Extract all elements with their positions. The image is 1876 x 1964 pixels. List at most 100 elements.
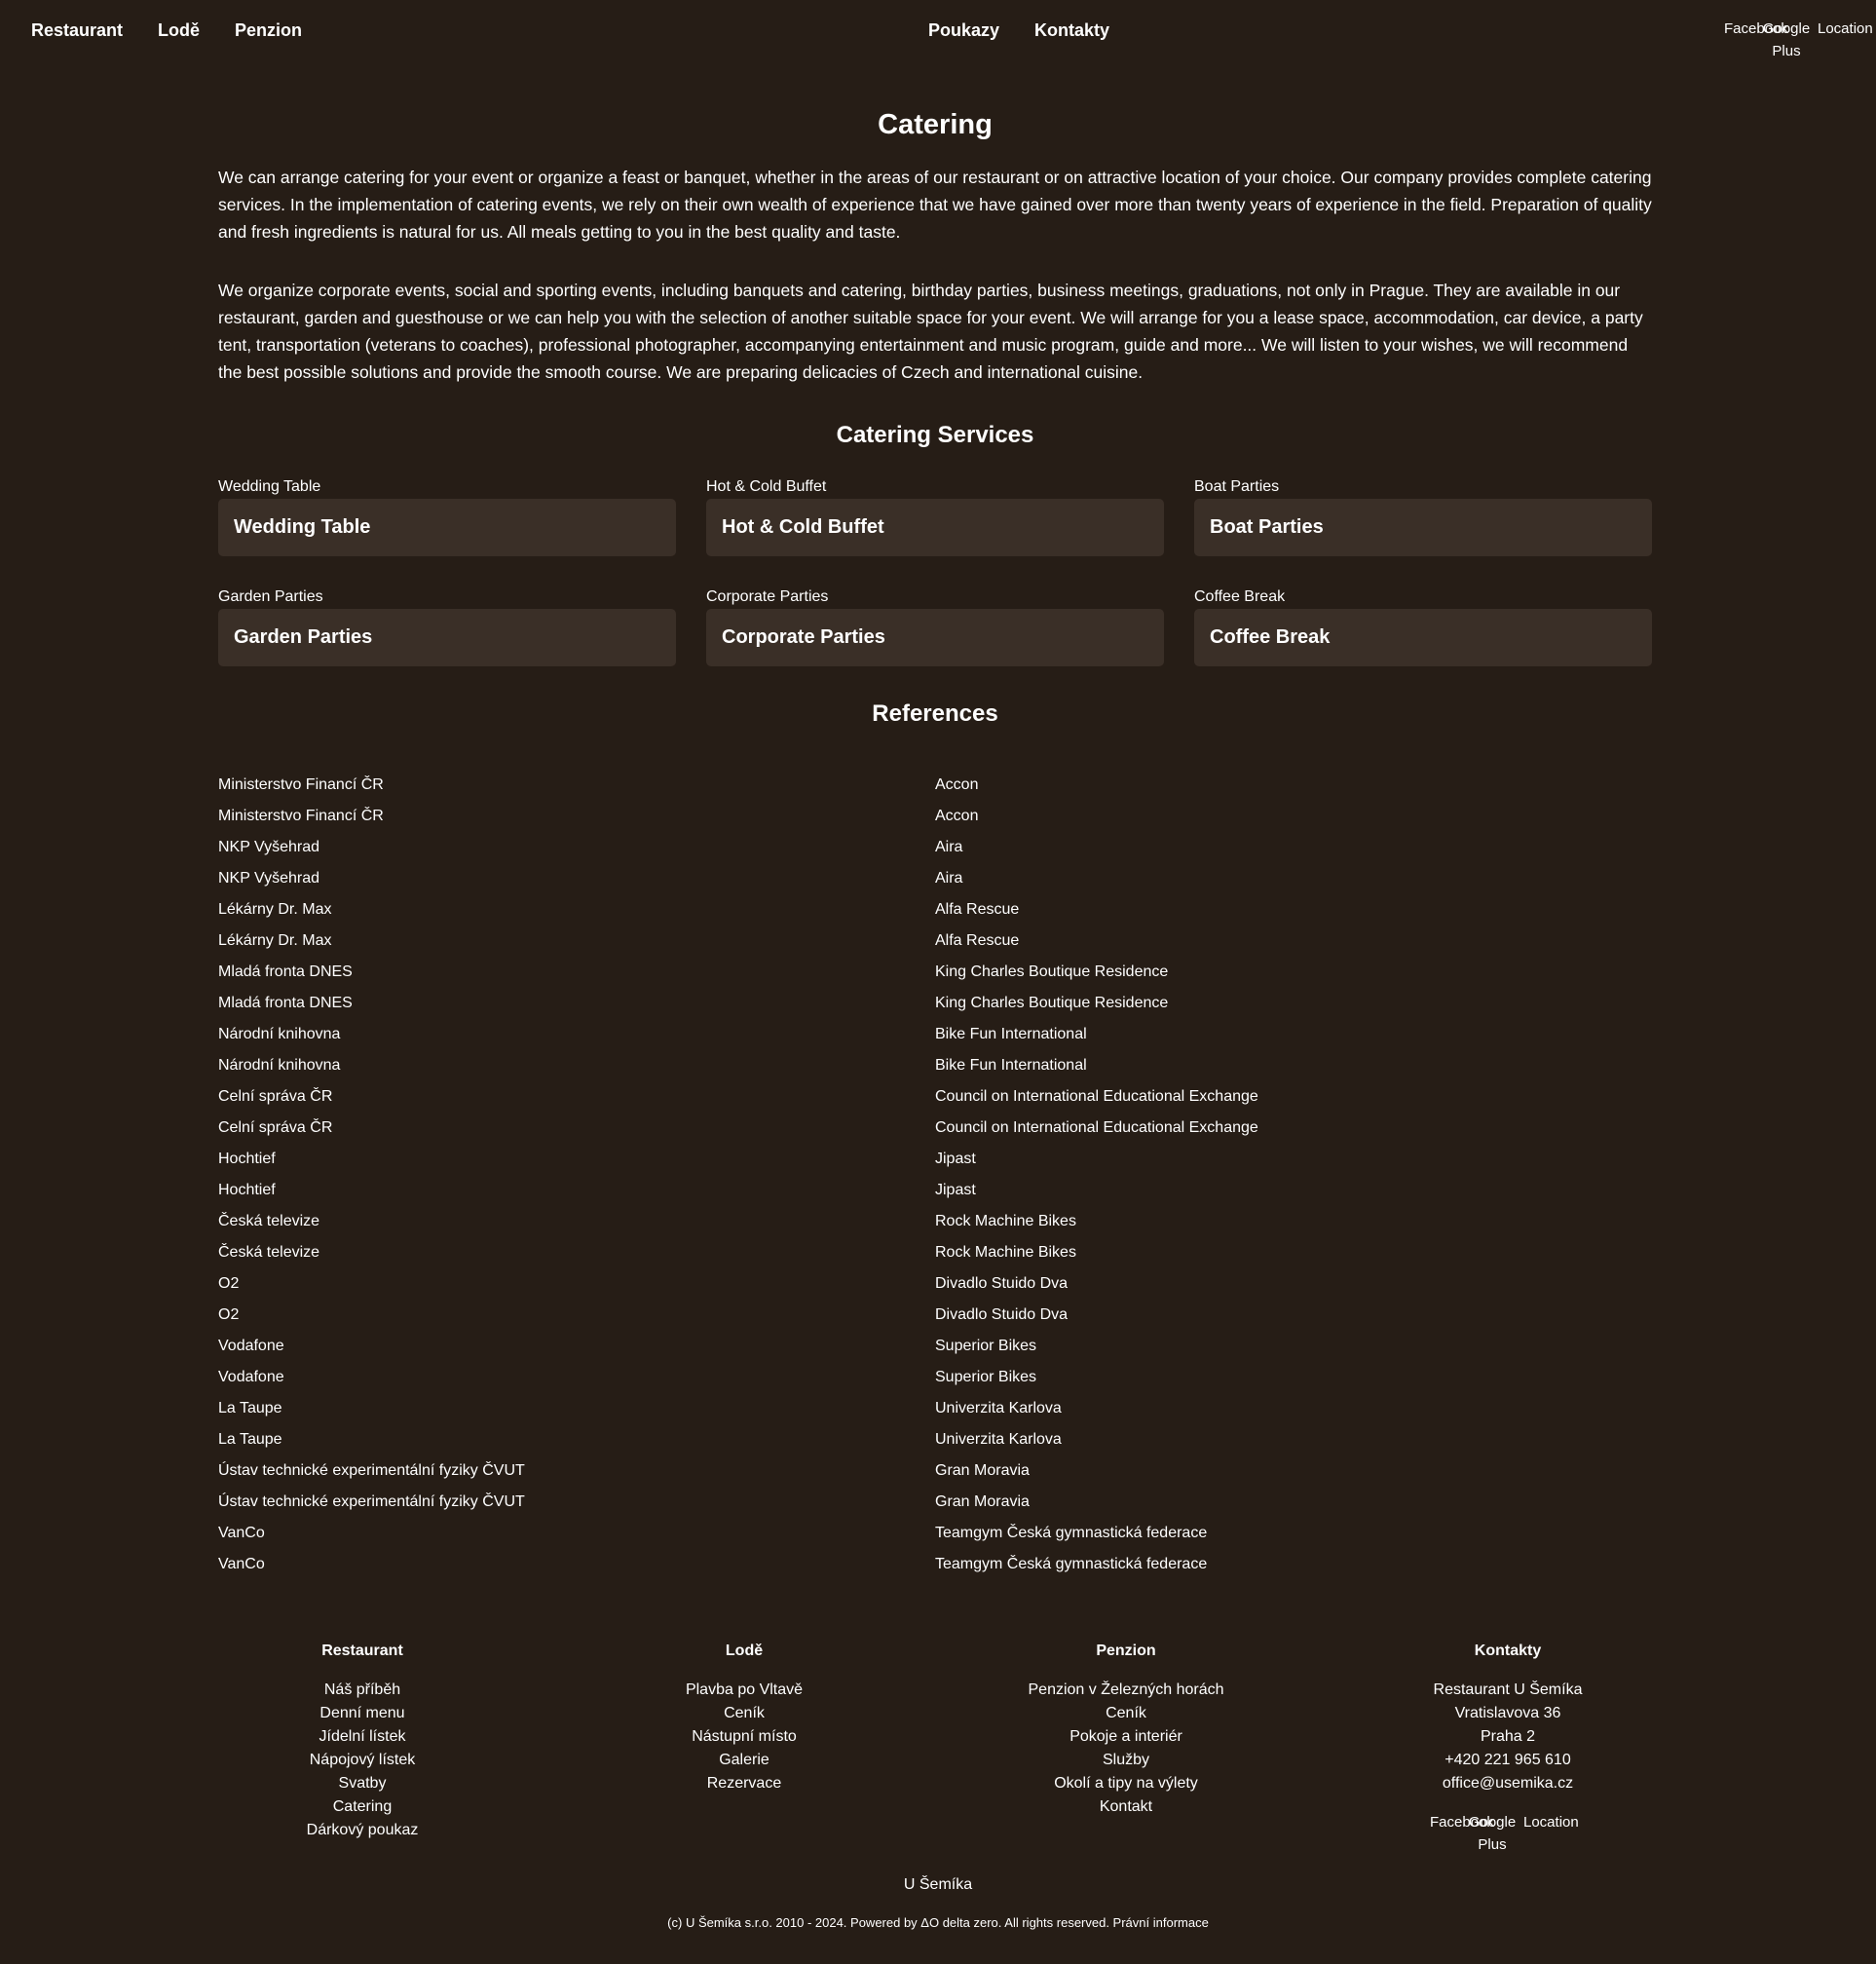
service-name: Corporate Parties [722, 626, 885, 648]
reference-item: Jipast [935, 1151, 976, 1167]
service-card-wedding-table[interactable]: Wedding Table Wedding Table [218, 477, 676, 556]
footer-social-links: Facebook Location Google Plus [1430, 1811, 1586, 1858]
nav-link-restaurant[interactable]: Restaurant [31, 19, 123, 42]
footer-link[interactable]: Dárkový poukaz [187, 1819, 538, 1842]
service-caption: Hot & Cold Buffet [706, 478, 827, 495]
service-caption: Corporate Parties [706, 588, 829, 605]
footer-contact-details: Restaurant U Šemíka Vratislavova 36 Praha … [1332, 1679, 1683, 1795]
footer-column-guesthouse: Penzion Penzion v Železných horách Ceník P… [951, 1640, 1301, 1819]
service-name: Boat Parties [1210, 516, 1324, 538]
footer-link[interactable]: Pokoje a interiér [951, 1725, 1301, 1749]
footer-link[interactable]: Catering [187, 1795, 538, 1819]
reference-item: Lékárny Dr. Max [218, 901, 332, 918]
reference-item: O2 [218, 1306, 240, 1323]
footer-link[interactable]: Denní menu [187, 1702, 538, 1725]
footer-link[interactable]: Okolí a tipy na výlety [951, 1772, 1301, 1795]
reference-item: Council on International Educational Exc… [935, 1119, 1258, 1136]
footer-link[interactable]: Ceník [951, 1702, 1301, 1725]
contact-detail: Restaurant U Šemíka [1433, 1681, 1583, 1698]
contact-detail: office@usemika.cz [1442, 1775, 1574, 1792]
reference-item: Hochtief [218, 1182, 276, 1198]
service-card-corporate-parties[interactable]: Corporate Parties Corporate Parties [706, 587, 1164, 666]
service-box[interactable]: Wedding Table [218, 499, 676, 556]
contact-detail: +420 221 965 610 [1445, 1752, 1571, 1768]
reference-item: VanCo [218, 1556, 265, 1572]
service-box[interactable]: Corporate Parties [706, 609, 1164, 666]
reference-item: Česká televize [218, 1244, 320, 1261]
footer-column-title: Lodě [725, 1643, 764, 1659]
reference-item: Divadlo Stuido Dva [935, 1306, 1069, 1323]
reference-item: Superior Bikes [935, 1338, 1037, 1354]
reference-item: King Charles Boutique Residence [935, 963, 1169, 980]
reference-item: Hochtief [218, 1151, 276, 1167]
service-box[interactable]: Boat Parties [1194, 499, 1652, 556]
reference-item: Národní knihovna [218, 1057, 341, 1074]
service-name: Garden Parties [234, 626, 373, 648]
nav-left-group: Restaurant Lodě Penzion [31, 19, 302, 42]
reference-item: Accon [935, 776, 979, 793]
service-card-hot-cold-buffet[interactable]: Hot & Cold Buffet Hot & Cold Buffet [706, 477, 1164, 556]
service-caption: Wedding Table [218, 478, 321, 495]
top-navigation: Restaurant Lodě Penzion Poukazy Kontakty… [0, 0, 1876, 60]
reference-item: Ústav technické experimentální fyziky ČV… [218, 1462, 525, 1479]
google-plus-link[interactable]: Google Plus [1757, 18, 1816, 62]
service-box[interactable]: Hot & Cold Buffet [706, 499, 1164, 556]
service-box[interactable]: Coffee Break [1194, 609, 1652, 666]
nav-link-boats[interactable]: Lodě [158, 19, 200, 42]
footer-column-title: Kontakty [1474, 1643, 1542, 1659]
nav-link-contacts[interactable]: Kontakty [1034, 19, 1109, 42]
footer-link[interactable]: Galerie [569, 1749, 919, 1772]
page-title: Catering [878, 109, 993, 140]
footer-link[interactable]: Kontakt [951, 1795, 1301, 1819]
reference-item: Univerzita Karlova [935, 1400, 1062, 1416]
reference-item: Národní knihovna [218, 1026, 341, 1042]
events-paragraph: We organize corporate events, social and… [218, 281, 1643, 382]
reference-item: Ministerstvo Financí ČR [218, 808, 384, 824]
reference-item: Aira [935, 870, 963, 887]
reference-item: VanCo [218, 1525, 265, 1541]
nav-link-vouchers[interactable]: Poukazy [928, 19, 999, 42]
service-card-boat-parties[interactable]: Boat Parties Boat Parties [1194, 477, 1652, 556]
contact-detail: Vratislavova 36 [1454, 1705, 1561, 1721]
service-card-coffee-break[interactable]: Coffee Break Coffee Break [1194, 587, 1652, 666]
service-card-garden-parties[interactable]: Garden Parties Garden Parties [218, 587, 676, 666]
footer-link[interactable]: Ceník [569, 1702, 919, 1725]
reference-item: Divadlo Stuido Dva [935, 1275, 1069, 1292]
contact-detail: Praha 2 [1480, 1728, 1536, 1745]
reference-item: Superior Bikes [935, 1369, 1037, 1385]
reference-item: Council on International Educational Exc… [935, 1088, 1258, 1105]
reference-item: Alfa Rescue [935, 901, 1020, 918]
footer-location-link[interactable]: Location [1523, 1811, 1579, 1833]
nav-center-group: Poukazy Kontakty [928, 19, 1109, 42]
references-title: References [872, 700, 998, 727]
reference-item: Gran Moravia [935, 1493, 1030, 1510]
footer-link[interactable]: Penzion v Železných horách [951, 1679, 1301, 1702]
service-box[interactable]: Garden Parties [218, 609, 676, 666]
footer-link[interactable]: Svatby [187, 1772, 538, 1795]
reference-item: Vodafone [218, 1369, 284, 1385]
nav-link-guesthouse[interactable]: Penzion [235, 19, 302, 42]
footer-link[interactable]: Nápojový lístek [187, 1749, 538, 1772]
reference-item: Rock Machine Bikes [935, 1213, 1076, 1229]
footer-link[interactable]: Služby [951, 1749, 1301, 1772]
reference-item: Celní správa ČR [218, 1119, 333, 1136]
reference-item: Bike Fun International [935, 1057, 1087, 1074]
service-name: Wedding Table [234, 516, 371, 538]
service-caption: Coffee Break [1194, 588, 1286, 605]
footer-link[interactable]: Náš příběh [187, 1679, 538, 1702]
footer-brand: U Šemíka [903, 1876, 973, 1893]
social-links-top: Facebook Location Google Plus [1724, 18, 1876, 64]
footer-link[interactable]: Rezervace [569, 1772, 919, 1795]
service-caption: Garden Parties [218, 588, 323, 605]
reference-item: Rock Machine Bikes [935, 1244, 1076, 1261]
services-title: Catering Services [836, 422, 1034, 448]
footer-google-plus-link[interactable]: Google Plus [1463, 1811, 1521, 1856]
reference-item: La Taupe [218, 1400, 282, 1416]
footer-link[interactable]: Jídelní lístek [187, 1725, 538, 1749]
location-link[interactable]: Location [1818, 18, 1873, 40]
footer-link[interactable]: Plavba po Vltavě [569, 1679, 919, 1702]
footer-link[interactable]: Nástupní místo [569, 1725, 919, 1749]
footer-column-boats: Lodě Plavba po Vltavě Ceník Nástupní místo… [569, 1640, 919, 1795]
footer-column-contacts: Kontakty Restaurant U Šemíka Vratislavova… [1332, 1640, 1683, 1858]
reference-item: Celní správa ČR [218, 1088, 333, 1105]
